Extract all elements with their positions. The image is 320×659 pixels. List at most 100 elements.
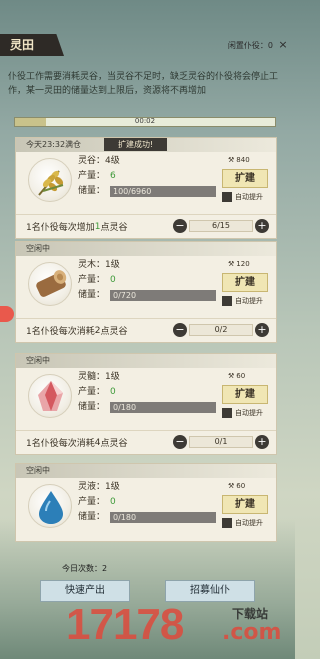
expand-button[interactable]: 扩建 — [222, 385, 268, 404]
recruit-button[interactable]: 招募仙仆 — [165, 580, 255, 602]
minus-button[interactable]: − — [173, 435, 187, 449]
output-value: 0 — [110, 387, 116, 397]
side-float-icon[interactable] — [0, 306, 14, 322]
storage-row: 储量： 0/720 — [78, 288, 216, 303]
expand-cost: ⚒ 840 — [228, 156, 250, 164]
hammer-icon: ⚒ — [228, 482, 235, 490]
output-label: 产量： — [78, 171, 106, 181]
wheat-icon — [28, 158, 72, 202]
auto-upgrade[interactable]: 自动提升 — [222, 518, 263, 528]
footer-text: 1名仆役每次增加 — [26, 223, 95, 233]
storage-bar: 0/180 — [110, 402, 216, 413]
worker-stepper: − 0/2 + — [173, 323, 269, 337]
field-stats: 灵木：1级 产量： 0 储量： 0/720 — [78, 258, 216, 303]
storage-bar: 0/720 — [110, 290, 216, 301]
minus-button[interactable]: − — [173, 323, 187, 337]
expand-cost: ⚒ 60 — [228, 372, 245, 380]
page-title: 灵田 — [0, 34, 65, 56]
output-row: 产量： 0 — [78, 385, 216, 400]
hammer-icon: ⚒ — [228, 372, 235, 380]
stepper-value: 6/15 — [189, 220, 253, 232]
watermark-com: .com — [222, 620, 282, 645]
auto-upgrade[interactable]: 自动提升 — [222, 408, 263, 418]
output-row: 产量： 0 — [78, 273, 216, 288]
footer-text: 1名仆役每次消耗 — [26, 439, 95, 449]
hammer-icon: ⚒ — [228, 260, 235, 268]
header-bar: 灵田 闲置仆役：0 × — [0, 34, 295, 56]
wood-log-icon — [28, 262, 72, 306]
idle-servants-label: 闲置仆役：0 — [227, 40, 273, 50]
expand-button[interactable]: 扩建 — [222, 495, 268, 514]
field-stats: 灵髓：1级 产量： 0 储量： 0/180 — [78, 370, 216, 415]
output-row: 产量： 0 — [78, 495, 216, 510]
auto-upgrade-checkbox[interactable] — [222, 192, 232, 202]
field-body: 灵木：1级 产量： 0 储量： 0/720 ⚒ 120 扩建 自动提升 — [16, 256, 276, 318]
field-name: 灵木：1级 — [78, 258, 216, 273]
auto-upgrade-label: 自动提升 — [235, 193, 263, 201]
auto-upgrade-checkbox[interactable] — [222, 518, 232, 528]
plus-button[interactable]: + — [255, 435, 269, 449]
field-status: 空闲中 — [16, 464, 276, 478]
auto-upgrade-checkbox[interactable] — [222, 296, 232, 306]
expand-button[interactable]: 扩建 — [222, 169, 268, 188]
field-card-rice: 今天23:32满仓 扩建成功! 灵谷：4级 产量： 6 储量： 100/6960 ⚒… — [15, 137, 277, 239]
close-icon[interactable]: × — [277, 39, 289, 51]
expand-cost: ⚒ 60 — [228, 482, 245, 490]
storage-row: 储量： 0/180 — [78, 510, 216, 525]
quick-output-button[interactable]: 快速产出 — [40, 580, 130, 602]
auto-upgrade-label: 自动提升 — [235, 409, 263, 417]
field-body: 灵髓：1级 产量： 0 储量： 0/180 ⚒ 60 扩建 自动提升 — [16, 368, 276, 430]
stepper-value: 0/1 — [189, 436, 253, 448]
field-status-text: 空闲中 — [26, 244, 50, 253]
field-card-marrow: 空闲中 灵髓：1级 产量： 0 储量： 0/180 ⚒ 60 扩建 自动提升 1名仆… — [15, 353, 277, 455]
auto-upgrade-label: 自动提升 — [235, 297, 263, 305]
field-footer: 1名仆役每次消耗 2 点灵谷 − 0/2 + — [16, 318, 276, 342]
minus-button[interactable]: − — [173, 219, 187, 233]
field-status-text: 空闲中 — [26, 466, 50, 475]
cost-value: 840 — [236, 156, 250, 164]
auto-upgrade-checkbox[interactable] — [222, 408, 232, 418]
auto-upgrade[interactable]: 自动提升 — [222, 296, 263, 306]
today-count: 今日次数：2 — [62, 564, 108, 573]
stepper-value: 0/2 — [189, 324, 253, 336]
expand-button[interactable]: 扩建 — [222, 273, 268, 292]
plus-button[interactable]: + — [255, 323, 269, 337]
field-name-text: 灵木：1级 — [78, 260, 120, 270]
footer-text: 1名仆役每次消耗 — [26, 327, 95, 337]
field-card-liquid: 空闲中 灵液：1级 产量： 0 储量： 0/180 ⚒ 60 扩建 自动提升 — [15, 463, 277, 542]
field-body: 灵谷：4级 产量： 6 储量： 100/6960 ⚒ 840 扩建 自动提升 — [16, 152, 276, 214]
worker-stepper: − 6/15 + — [173, 219, 269, 233]
hammer-icon: ⚒ — [228, 156, 235, 164]
field-name-text: 灵谷：4级 — [78, 156, 120, 166]
storage-row: 储量： 0/180 — [78, 400, 216, 415]
toast-message: 扩建成功! — [104, 138, 168, 151]
field-stats: 灵液：1级 产量： 0 储量： 0/180 — [78, 480, 216, 525]
output-value: 6 — [110, 171, 116, 181]
auto-upgrade[interactable]: 自动提升 — [222, 192, 263, 202]
expand-cost: ⚒ 120 — [228, 260, 250, 268]
water-drop-icon — [28, 484, 72, 528]
field-name: 灵液：1级 — [78, 480, 216, 495]
field-status: 空闲中 — [16, 354, 276, 368]
plus-button[interactable]: + — [255, 219, 269, 233]
field-name-text: 灵髓：1级 — [78, 372, 120, 382]
timer-bar: 00:02 — [14, 117, 276, 127]
cost-value: 60 — [236, 482, 246, 490]
field-status-text: 空闲中 — [26, 356, 50, 365]
output-value: 0 — [110, 275, 116, 285]
storage-bar: 100/6960 — [110, 186, 216, 197]
field-status-text: 今天23:32满仓 — [26, 140, 82, 149]
storage-label: 储量： — [78, 512, 106, 522]
field-body: 灵液：1级 产量： 0 储量： 0/180 ⚒ 60 扩建 自动提升 — [16, 478, 276, 540]
cost-value: 120 — [236, 260, 250, 268]
field-name: 灵髓：1级 — [78, 370, 216, 385]
field-footer: 1名仆役每次消耗 4 点灵谷 − 0/1 + — [16, 430, 276, 454]
field-card-wood: 空闲中 灵木：1级 产量： 0 储量： 0/720 ⚒ 120 扩建 自动提升 1名… — [15, 241, 277, 343]
footer-suffix: 点灵谷 — [100, 327, 128, 337]
output-label: 产量： — [78, 275, 106, 285]
storage-label: 储量： — [78, 402, 106, 412]
storage-bar: 0/180 — [110, 512, 216, 523]
output-row: 产量： 6 — [78, 169, 216, 184]
auto-upgrade-label: 自动提升 — [235, 519, 263, 527]
field-name-text: 灵液：1级 — [78, 482, 120, 492]
